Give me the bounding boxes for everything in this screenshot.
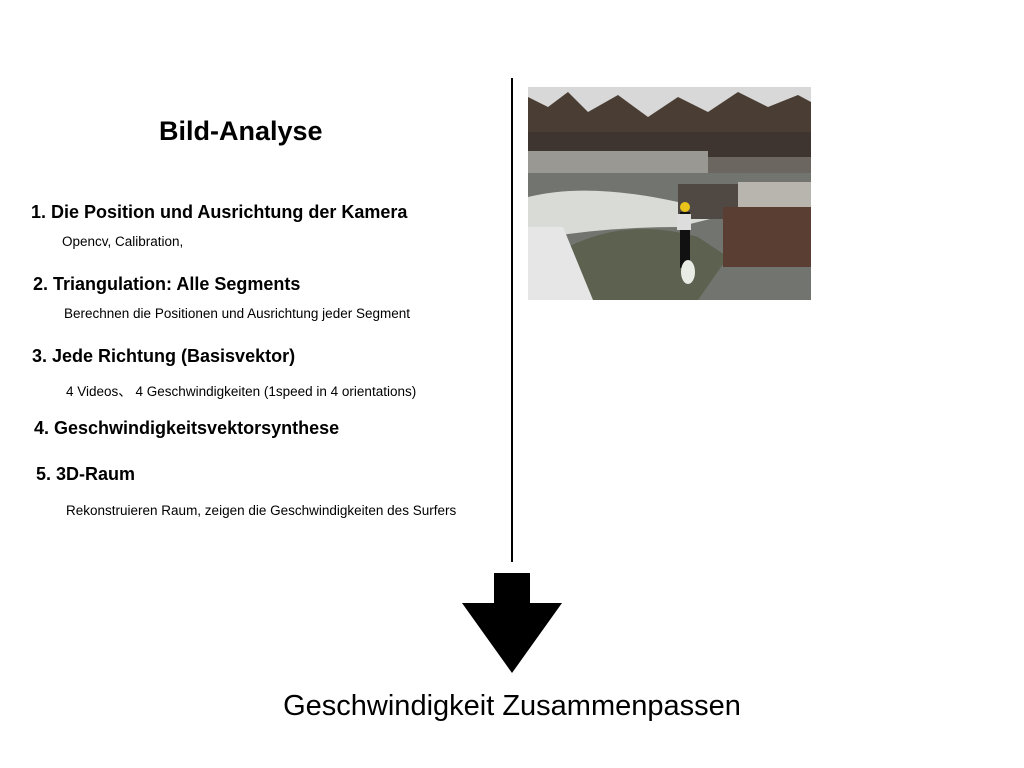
surfer-photo xyxy=(528,87,811,300)
step-5-heading: 5. 3D-Raum xyxy=(36,464,136,484)
vertical-divider xyxy=(511,78,513,562)
step-1-detail: Opencv, Calibration, xyxy=(62,234,184,249)
step-1-heading: 1. Die Position und Ausrichtung der Kame… xyxy=(31,202,408,222)
step-2-heading: 2. Triangulation: Alle Segments xyxy=(33,274,301,294)
step-5-detail: Rekonstruieren Raum, zeigen die Geschwin… xyxy=(66,503,457,518)
step-3-heading: 3. Jede Richtung (Basisvektor) xyxy=(32,346,296,366)
step-2-detail: Berechnen die Positionen und Ausrichtung… xyxy=(64,306,410,321)
step-4-heading: 4. Geschwindigkeitsvektorsynthese xyxy=(34,418,340,438)
slide-title: Bild-Analyse xyxy=(159,116,323,146)
step-3-detail: 4 Videos、 4 Geschwindigkeiten (1speed in… xyxy=(66,384,417,399)
conclusion-text: Geschwindigkeit Zusammenpassen xyxy=(283,690,741,722)
down-arrow-icon xyxy=(462,573,562,673)
